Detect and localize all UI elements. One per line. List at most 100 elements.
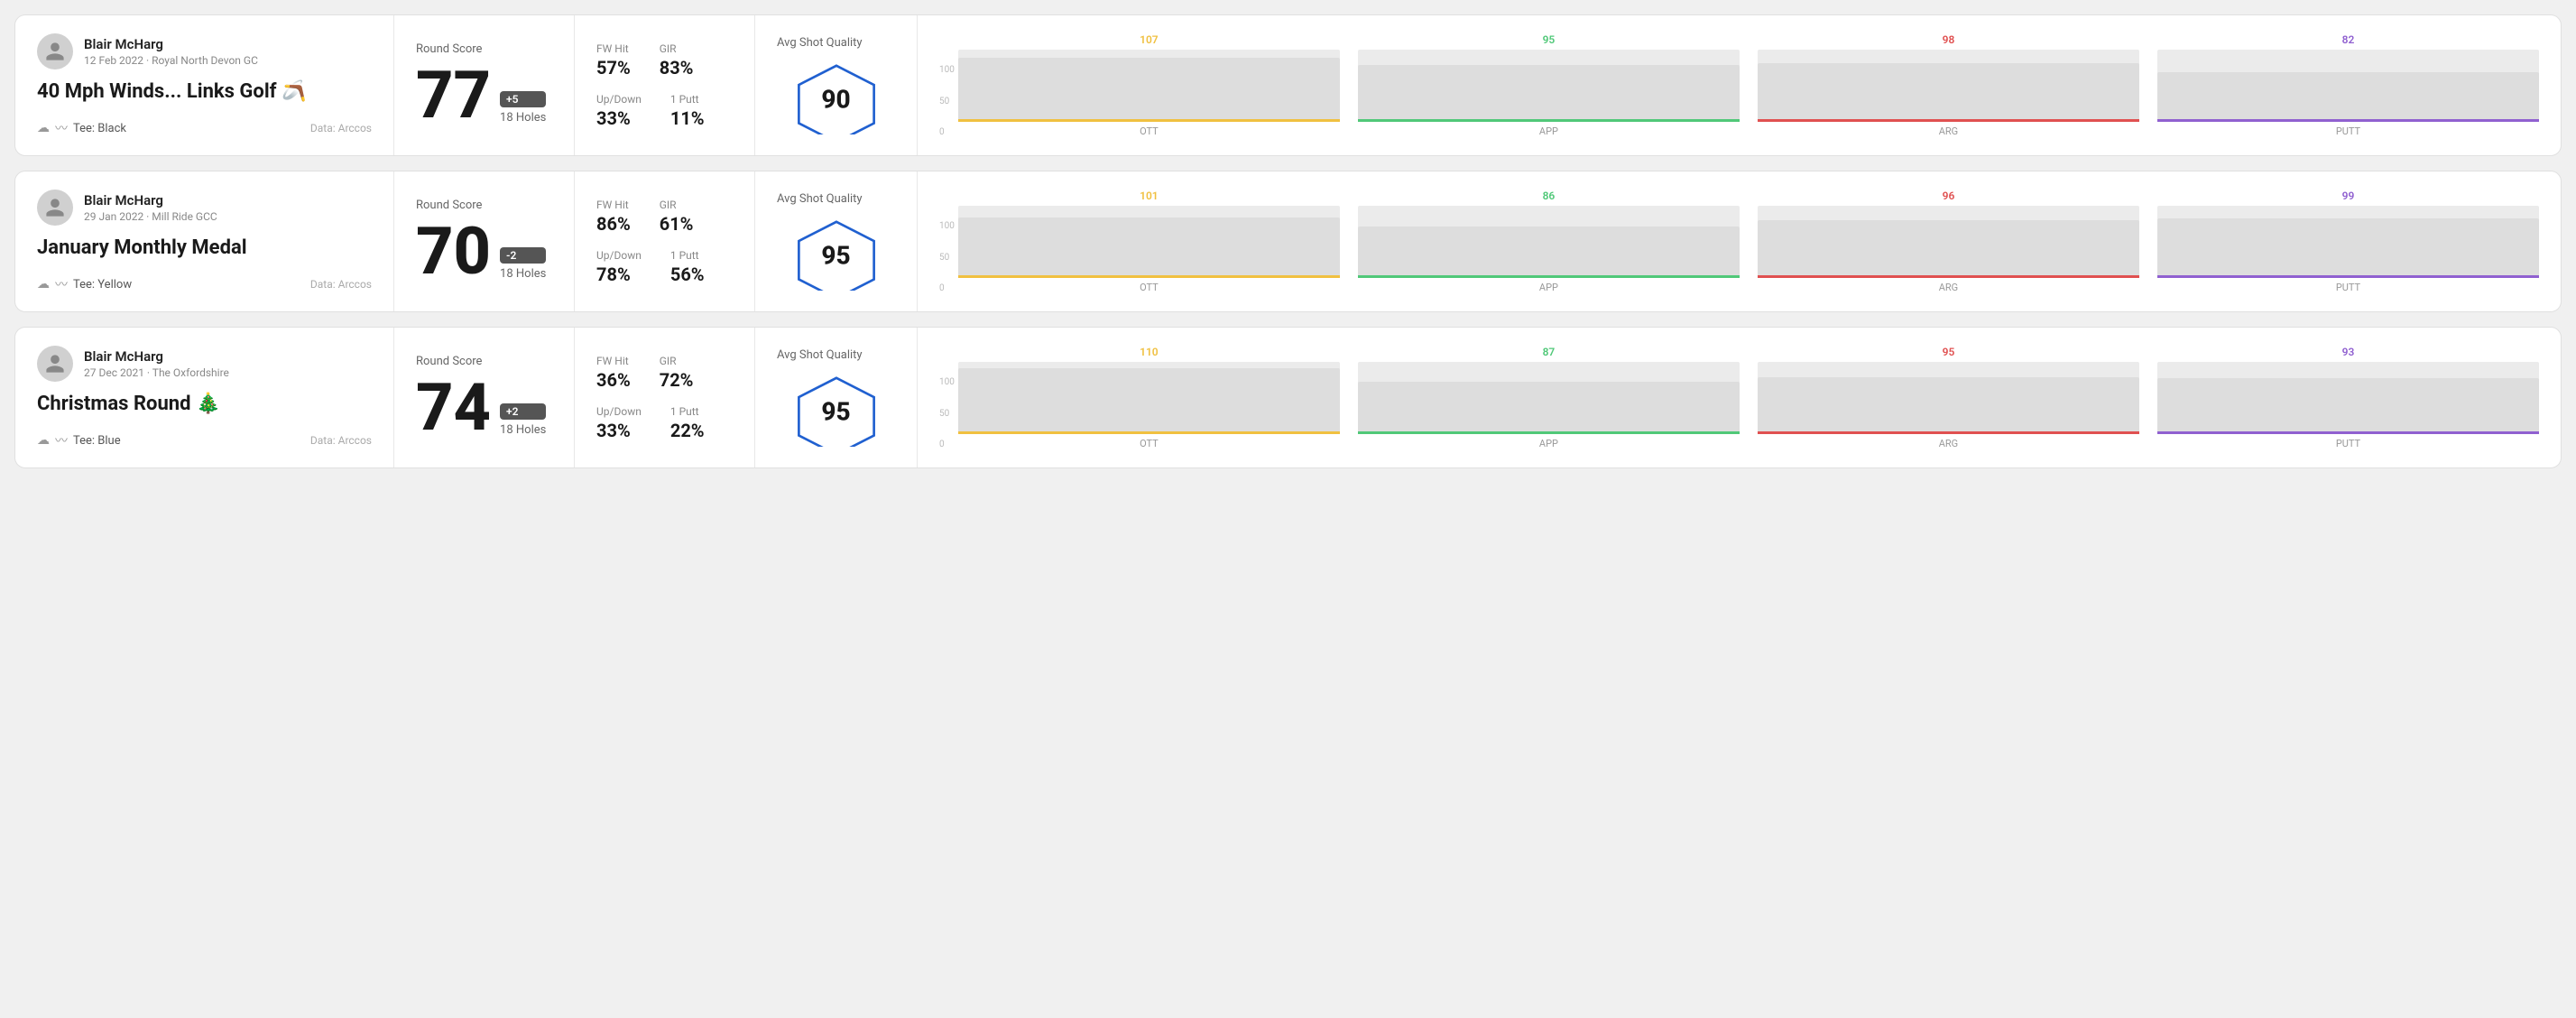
bar-wrapper-ott bbox=[958, 362, 1340, 434]
stats-row-top: FW Hit 36% GIR 72% bbox=[596, 355, 733, 391]
data-source: Data: Arccos bbox=[310, 122, 372, 134]
stat-oneputt: 1 Putt 22% bbox=[670, 405, 705, 441]
bar-group-putt: 82 PUTT bbox=[2157, 33, 2539, 137]
card-stats: FW Hit 86% GIR 61% Up/Down 78% 1 Putt 56… bbox=[575, 171, 755, 311]
chart-bars: 107 OTT 95 APP 98 bbox=[958, 33, 2539, 137]
stat-gir: GIR 83% bbox=[660, 42, 694, 79]
round-card-2: Blair McHarg 29 Jan 2022 · Mill Ride GCC… bbox=[14, 171, 2562, 312]
bar-label-ott: OTT bbox=[1140, 125, 1159, 137]
card-stats: FW Hit 36% GIR 72% Up/Down 33% 1 Putt 22… bbox=[575, 328, 755, 467]
bar-accent-ott bbox=[958, 275, 1340, 278]
bar-accent-ott bbox=[958, 431, 1340, 434]
bar-wrapper-arg bbox=[1758, 50, 2139, 122]
bar-label-putt: PUTT bbox=[2336, 282, 2360, 293]
stat-gir: GIR 72% bbox=[660, 355, 694, 391]
y-label-50: 50 bbox=[939, 97, 955, 106]
updown-label: Up/Down bbox=[596, 405, 642, 418]
oneputt-label: 1 Putt bbox=[670, 405, 705, 418]
cloud-icon: ☁ bbox=[37, 277, 50, 292]
bar-group-putt: 99 PUTT bbox=[2157, 190, 2539, 293]
bar-fill-ott bbox=[958, 217, 1340, 278]
chart-inner: 100 50 0 107 OTT 95 APP bbox=[939, 33, 2539, 137]
stats-row-top: FW Hit 57% GIR 83% bbox=[596, 42, 733, 79]
tee-info: ☁ 〰 Tee: Yellow bbox=[37, 275, 132, 293]
fw-hit-label: FW Hit bbox=[596, 199, 631, 211]
bar-wrapper-app bbox=[1358, 362, 1740, 434]
user-name: Blair McHarg bbox=[84, 348, 229, 365]
bar-value-putt: 93 bbox=[2342, 346, 2355, 358]
gir-value: 61% bbox=[660, 213, 694, 235]
bar-label-putt: PUTT bbox=[2336, 438, 2360, 449]
person-icon bbox=[44, 197, 66, 218]
bar-fill-putt bbox=[2157, 378, 2539, 434]
bar-label-ott: OTT bbox=[1140, 282, 1159, 293]
bar-value-arg: 95 bbox=[1943, 346, 1955, 358]
score-holes: 18 Holes bbox=[500, 111, 546, 125]
score-badge: +2 bbox=[500, 403, 546, 420]
card-chart: 100 50 0 107 OTT 95 APP bbox=[918, 15, 2561, 155]
fw-hit-value: 86% bbox=[596, 213, 631, 235]
person-icon bbox=[44, 41, 66, 62]
quality-label: Avg Shot Quality bbox=[777, 192, 863, 206]
bar-wrapper-app bbox=[1358, 50, 1740, 122]
quality-score: 95 bbox=[821, 397, 850, 427]
user-details: Blair McHarg 27 Dec 2021 · The Oxfordshi… bbox=[84, 348, 229, 379]
data-source: Data: Arccos bbox=[310, 434, 372, 447]
chart-bars: 110 OTT 87 APP 95 bbox=[958, 346, 2539, 449]
oneputt-value: 22% bbox=[670, 420, 705, 441]
bar-value-arg: 98 bbox=[1943, 33, 1955, 46]
score-badge-group: +2 18 Holes bbox=[500, 403, 546, 437]
avatar bbox=[37, 33, 73, 69]
bar-fill-arg bbox=[1758, 220, 2139, 278]
score-main: 74 +2 18 Holes bbox=[416, 375, 552, 440]
bar-accent-putt bbox=[2157, 119, 2539, 122]
bar-accent-putt bbox=[2157, 275, 2539, 278]
user-name: Blair McHarg bbox=[84, 192, 217, 208]
score-label: Round Score bbox=[416, 199, 552, 212]
bar-wrapper-putt bbox=[2157, 206, 2539, 278]
card-chart: 100 50 0 101 OTT 86 APP bbox=[918, 171, 2561, 311]
hexagon-container: 95 bbox=[777, 220, 895, 291]
bar-accent-ott bbox=[958, 119, 1340, 122]
bar-accent-app bbox=[1358, 275, 1740, 278]
stats-row-bottom: Up/Down 78% 1 Putt 56% bbox=[596, 249, 733, 285]
score-badge-group: -2 18 Holes bbox=[500, 247, 546, 281]
cloud-icon: ☁ bbox=[37, 433, 50, 448]
card-stats: FW Hit 57% GIR 83% Up/Down 33% 1 Putt 11… bbox=[575, 15, 755, 155]
round-title: January Monthly Medal bbox=[37, 236, 372, 260]
updown-label: Up/Down bbox=[596, 249, 642, 262]
card-left: Blair McHarg 29 Jan 2022 · Mill Ride GCC… bbox=[15, 171, 394, 311]
tee-label: Tee: Yellow bbox=[73, 278, 132, 292]
updown-value: 78% bbox=[596, 264, 642, 285]
bar-accent-app bbox=[1358, 119, 1740, 122]
data-source: Data: Arccos bbox=[310, 278, 372, 291]
hexagon: 95 bbox=[796, 220, 877, 291]
updown-value: 33% bbox=[596, 420, 642, 441]
bar-label-app: APP bbox=[1539, 438, 1558, 449]
stat-oneputt: 1 Putt 11% bbox=[670, 93, 705, 129]
bar-wrapper-ott bbox=[958, 206, 1340, 278]
round-card-1: Blair McHarg 12 Feb 2022 · Royal North D… bbox=[14, 14, 2562, 156]
stat-fw-hit: FW Hit 86% bbox=[596, 199, 631, 235]
y-label-50: 50 bbox=[939, 409, 955, 419]
chart-inner: 100 50 0 101 OTT 86 APP bbox=[939, 190, 2539, 293]
bar-value-ott: 107 bbox=[1140, 33, 1159, 46]
bar-accent-arg bbox=[1758, 119, 2139, 122]
score-number: 70 bbox=[416, 219, 491, 284]
bar-value-arg: 96 bbox=[1943, 190, 1955, 202]
stats-row-top: FW Hit 86% GIR 61% bbox=[596, 199, 733, 235]
bar-label-putt: PUTT bbox=[2336, 125, 2360, 137]
y-label-0: 0 bbox=[939, 127, 955, 137]
bar-group-ott: 107 OTT bbox=[958, 33, 1340, 137]
y-label-50: 50 bbox=[939, 253, 955, 263]
score-number: 77 bbox=[416, 63, 491, 128]
bar-accent-arg bbox=[1758, 431, 2139, 434]
bar-label-app: APP bbox=[1539, 125, 1558, 137]
hexagon-container: 90 bbox=[777, 64, 895, 134]
bar-value-app: 86 bbox=[1543, 190, 1556, 202]
hexagon: 90 bbox=[796, 64, 877, 134]
bar-wrapper-app bbox=[1358, 206, 1740, 278]
hexagon: 95 bbox=[796, 376, 877, 447]
bar-accent-putt bbox=[2157, 431, 2539, 434]
bar-value-ott: 110 bbox=[1140, 346, 1159, 358]
